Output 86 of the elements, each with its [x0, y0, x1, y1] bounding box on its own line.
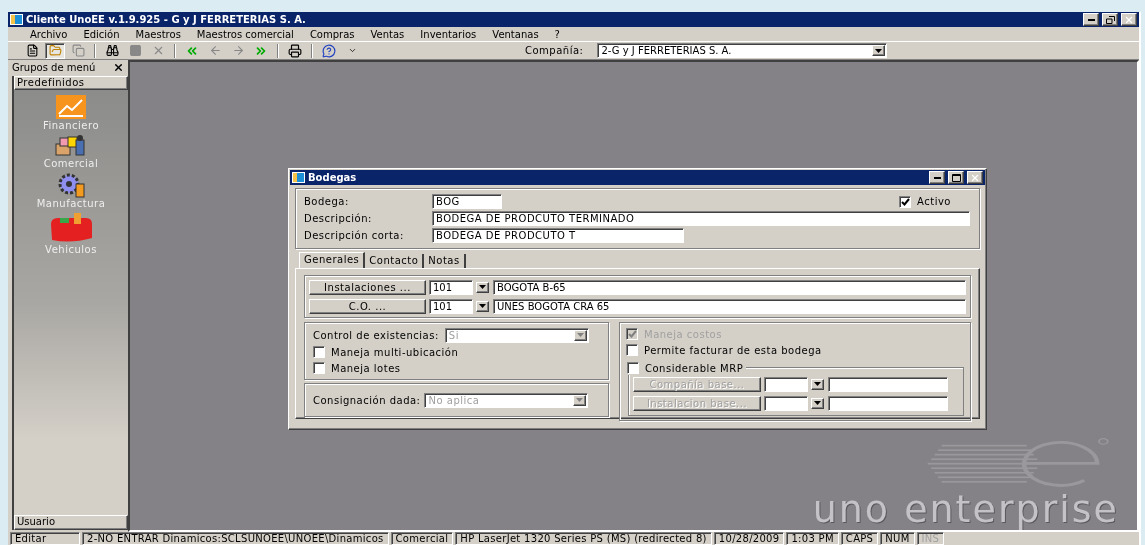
dropdown-button[interactable]: [811, 397, 824, 409]
close-icon[interactable]: [113, 61, 124, 73]
checkbox[interactable]: [313, 362, 325, 375]
caret-icon: [814, 401, 821, 405]
close-button[interactable]: [1121, 13, 1137, 26]
checkbox[interactable]: [899, 195, 912, 208]
menu-item[interactable]: Maestros: [127, 28, 189, 40]
status-cell: 2-NO ENTRAR Dinamicos:SCLSUNOEE\UNOEE\Dinamicos: [82, 532, 389, 545]
menu-item[interactable]: Inventarios: [412, 28, 485, 40]
caret-icon: [576, 333, 584, 338]
field-label: Consignación dada:: [313, 394, 421, 406]
company-dropdown[interactable]: 2-G y J FERRETERIAS S. A.: [597, 43, 888, 58]
restore-button[interactable]: [1102, 13, 1118, 26]
field-label: Descripción:: [304, 213, 373, 224]
dropdown-button[interactable]: [476, 300, 489, 312]
section-header[interactable]: Predefinidos: [14, 76, 128, 90]
checkbox-label: Maneja lotes: [331, 362, 401, 374]
close-icon: [1124, 14, 1134, 25]
field-label: Control de existencias:: [313, 329, 439, 341]
menu-item[interactable]: ?: [546, 28, 568, 40]
text-field[interactable]: BOG: [432, 194, 502, 209]
caret-icon: [814, 382, 821, 386]
panel-title: Grupos de menú: [12, 61, 97, 73]
checkbox[interactable]: [627, 362, 639, 374]
menu-item[interactable]: Maestros comercial: [188, 28, 302, 40]
checkbox-label: Considerable MRP: [645, 362, 744, 374]
text-field[interactable]: [828, 376, 948, 392]
dropdown-button[interactable]: [476, 281, 489, 293]
app-icon: [292, 172, 305, 183]
close-button[interactable]: [967, 171, 983, 184]
status-cell: 10/28/2009: [713, 532, 785, 545]
menu-item[interactable]: Edición: [75, 28, 128, 40]
window-title: Cliente UnoEE v.1.9.925 - G y J FERRETERIAS S. A.: [26, 14, 307, 25]
text-field[interactable]: BODEGA DE PRODCUTO T: [432, 228, 684, 243]
code-field[interactable]: 101: [429, 298, 473, 314]
minimize-icon: [933, 176, 941, 179]
close-icon: [970, 172, 980, 183]
minimize-button[interactable]: [929, 171, 945, 184]
status-cell: HP LaserJet 1320 Series PS (MS) (redirected 8): [455, 532, 712, 545]
text-field[interactable]: BODEGA DE PRODCUTO TERMINADO: [432, 211, 970, 226]
field-label: Descripción corta:: [304, 230, 405, 241]
chart-icon: [55, 94, 87, 120]
text-field[interactable]: UNES BOGOTA CRA 65: [493, 298, 966, 314]
logo-text: uno enterprise: [812, 490, 1119, 528]
app-icon: [10, 14, 23, 25]
status-cell: CAPS: [840, 532, 879, 545]
status-cell: NUM: [880, 532, 915, 545]
tab[interactable]: Contacto: [365, 254, 425, 268]
lookup-button[interactable]: Instalaciones ...: [309, 279, 426, 295]
status-cell: Editar: [10, 532, 80, 545]
minimize-button[interactable]: [1083, 13, 1099, 26]
folder-icon[interactable]: [45, 42, 65, 59]
dropdown-button[interactable]: [811, 378, 824, 390]
menu-item[interactable]: Ventanas: [484, 28, 547, 40]
caret-icon: [875, 48, 883, 53]
status-cell: Comercial: [390, 532, 454, 545]
code-field[interactable]: [764, 376, 808, 392]
caret-icon: [576, 398, 584, 402]
status-cell: 1:03 PM: [786, 532, 839, 545]
tab[interactable]: Notas: [424, 254, 466, 268]
company-label: Compañía:: [525, 45, 584, 56]
caret-icon: [479, 285, 486, 289]
checkbox-label: Permite facturar de esta bodega: [644, 344, 822, 356]
toolbox-icon: [48, 212, 94, 244]
tab[interactable]: Generales: [299, 252, 366, 268]
checkbox-label: Activo: [917, 196, 951, 207]
field-label: Bodega:: [304, 196, 350, 207]
restore-icon: [1105, 15, 1115, 24]
code-field[interactable]: [764, 395, 808, 411]
section-header[interactable]: Usuario: [14, 515, 128, 530]
text-field[interactable]: BOGOTA B-65: [493, 279, 966, 295]
dialog-title: Bodegas: [308, 172, 358, 183]
lookup-button[interactable]: C.O. ...: [309, 298, 426, 314]
maximize-icon: [951, 173, 961, 182]
menu-item[interactable]: Archivo: [22, 28, 76, 40]
text-field[interactable]: [828, 395, 948, 411]
maximize-button[interactable]: [948, 171, 964, 184]
minimize-icon: [1087, 18, 1095, 21]
menu-item[interactable]: Ventas: [362, 28, 413, 40]
menu-item[interactable]: Compras: [301, 28, 363, 40]
checkbox[interactable]: [313, 346, 325, 359]
caret-icon: [479, 304, 486, 308]
boxes-icon: [54, 134, 88, 158]
code-field[interactable]: 101: [429, 279, 473, 295]
checkbox-label: Maneja multi-ubicación: [331, 346, 459, 358]
checkbox[interactable]: [626, 344, 638, 356]
